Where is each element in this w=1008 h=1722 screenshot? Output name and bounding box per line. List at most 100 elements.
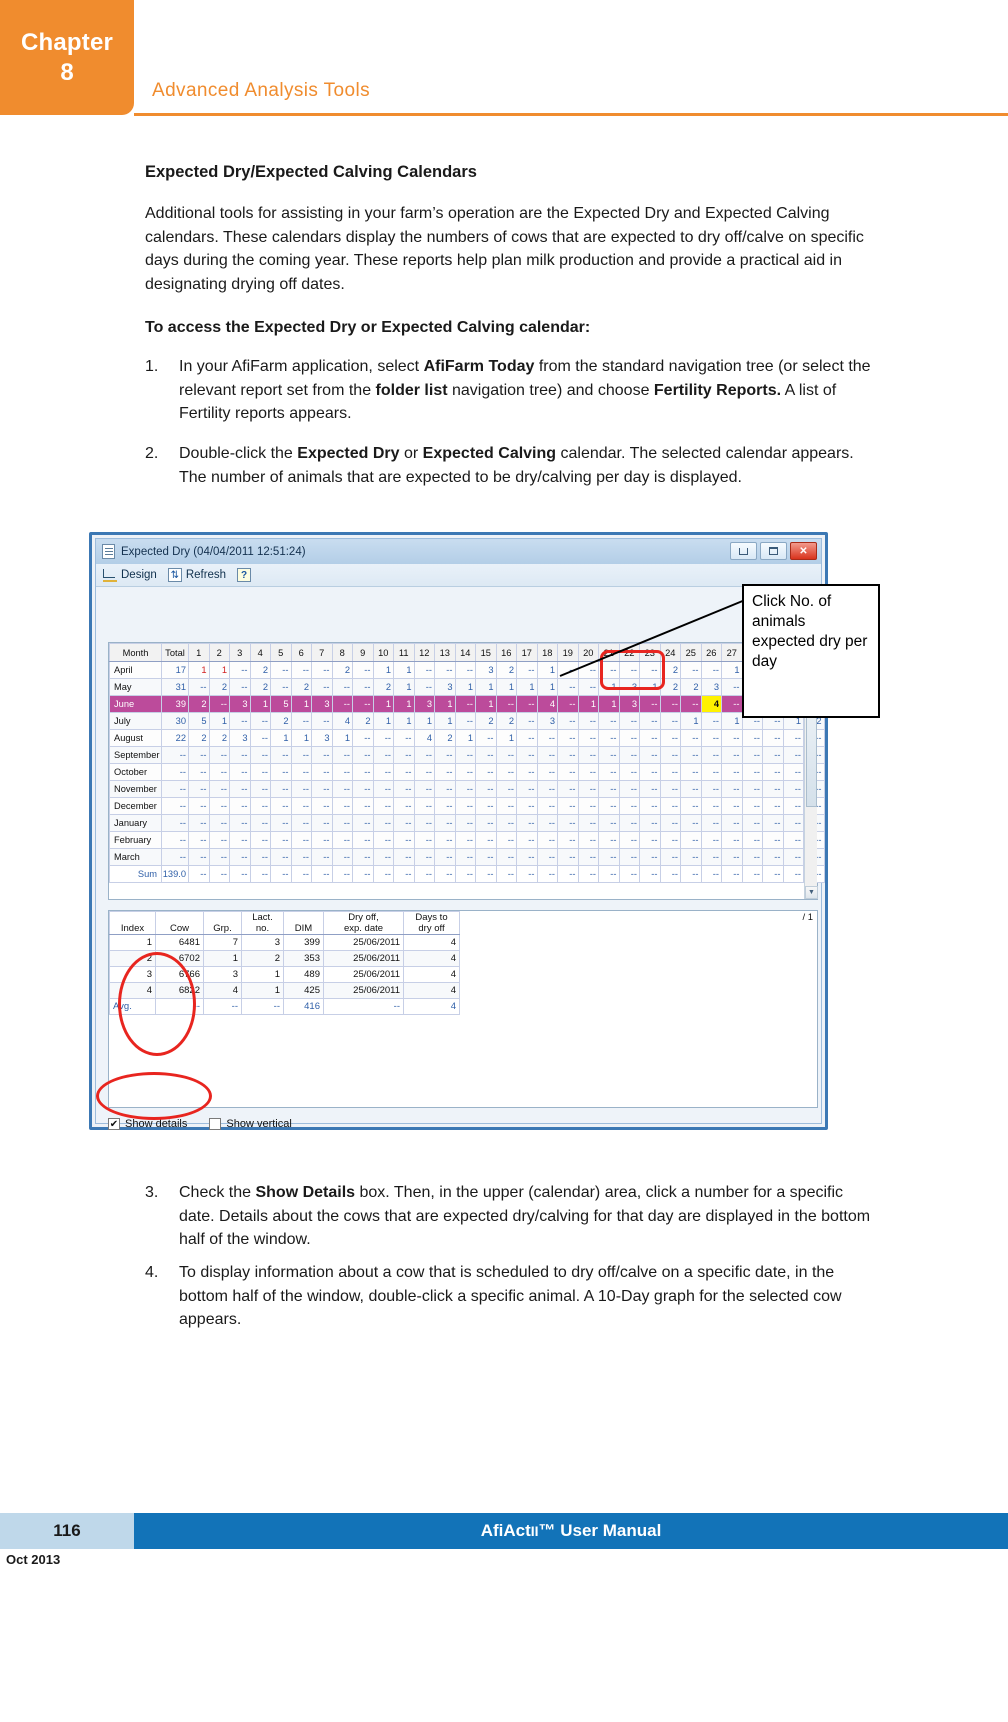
calendar-day-cell[interactable]: 1: [475, 678, 497, 696]
calendar-day-cell[interactable]: --: [331, 814, 353, 832]
calendar-day-cell[interactable]: 3: [229, 729, 251, 747]
calendar-day-cell[interactable]: 1: [721, 661, 743, 679]
calendar-day-cell[interactable]: --: [393, 848, 415, 866]
calendar-day-cell[interactable]: --: [516, 763, 538, 781]
calendar-day-cell[interactable]: 2: [188, 729, 210, 747]
calendar-day-cell[interactable]: --: [270, 746, 292, 764]
calendar-day-cell[interactable]: --: [782, 831, 804, 849]
calendar-day-cell[interactable]: --: [577, 763, 599, 781]
calendar-day-cell[interactable]: --: [311, 661, 333, 679]
calendar-day-cell[interactable]: --: [495, 780, 517, 798]
calendar-day-cell[interactable]: --: [372, 763, 394, 781]
calendar-day-cell[interactable]: --: [700, 661, 722, 679]
calendar-day-cell[interactable]: --: [290, 780, 312, 798]
calendar-day-cell[interactable]: --: [721, 729, 743, 747]
calendar-day-cell[interactable]: --: [290, 661, 312, 679]
calendar-day-cell[interactable]: 1: [680, 712, 702, 730]
calendar-day-cell[interactable]: 1: [413, 712, 435, 730]
calendar-day-cell[interactable]: --: [393, 814, 415, 832]
calendar-day-cell[interactable]: --: [454, 780, 476, 798]
calendar-day-cell[interactable]: 3: [229, 695, 251, 713]
calendar-day-cell[interactable]: --: [516, 746, 538, 764]
calendar-day-cell[interactable]: --: [434, 661, 456, 679]
calendar-day-cell[interactable]: --: [700, 848, 722, 866]
calendar-day-cell[interactable]: 2: [352, 712, 374, 730]
calendar-day-cell[interactable]: --: [680, 831, 702, 849]
calendar-day-cell[interactable]: 1: [536, 661, 558, 679]
calendar-day-cell[interactable]: 1: [372, 661, 394, 679]
calendar-day-cell[interactable]: --: [598, 712, 620, 730]
calendar-day-cell[interactable]: --: [229, 831, 251, 849]
calendar-day-cell[interactable]: --: [536, 814, 558, 832]
calendar-day-cell[interactable]: 1: [495, 729, 517, 747]
calendar-day-cell[interactable]: 5: [270, 695, 292, 713]
calendar-day-cell[interactable]: --: [208, 746, 230, 764]
calendar-day-cell[interactable]: --: [557, 746, 579, 764]
calendar-day-cell[interactable]: 4: [331, 712, 353, 730]
calendar-day-cell[interactable]: --: [188, 814, 210, 832]
calendar-day-cell[interactable]: --: [536, 848, 558, 866]
calendar-day-cell[interactable]: --: [618, 729, 640, 747]
calendar-day-cell[interactable]: --: [721, 678, 743, 696]
calendar-day-cell[interactable]: --: [598, 746, 620, 764]
calendar-day-cell[interactable]: --: [659, 729, 681, 747]
calendar-day-cell[interactable]: 3: [311, 729, 333, 747]
calendar-day-cell[interactable]: --: [557, 678, 579, 696]
calendar-day-cell[interactable]: 2: [188, 695, 210, 713]
calendar-day-cell[interactable]: --: [516, 695, 538, 713]
calendar-day-cell[interactable]: --: [208, 797, 230, 815]
calendar-day-cell[interactable]: --: [700, 780, 722, 798]
calendar-row[interactable]: June 39 2 -- 3 1 5 1 3 -- -- 1 1 3 1 -- 1 -- -- 4 -- 1 1 3 -- -- -…: [109, 695, 825, 713]
calendar-row[interactable]: March -- -- -- -- -- -- -- -- -- -- -- -- -- -- -- -- -- -…: [109, 848, 825, 866]
calendar-day-cell[interactable]: --: [557, 780, 579, 798]
refresh-button[interactable]: ⇅ Refresh: [167, 568, 226, 582]
calendar-day-cell[interactable]: --: [290, 797, 312, 815]
calendar-day-cell[interactable]: --: [454, 814, 476, 832]
calendar-day-cell[interactable]: 3: [475, 661, 497, 679]
calendar-day-cell[interactable]: 2: [290, 678, 312, 696]
calendar-day-cell[interactable]: --: [536, 746, 558, 764]
calendar-day-cell[interactable]: --: [577, 729, 599, 747]
calendar-day-cell[interactable]: --: [208, 814, 230, 832]
calendar-day-cell[interactable]: --: [741, 831, 763, 849]
calendar-day-cell[interactable]: --: [311, 678, 333, 696]
calendar-day-cell[interactable]: --: [680, 814, 702, 832]
calendar-day-cell[interactable]: 2: [249, 661, 271, 679]
calendar-day-cell[interactable]: --: [352, 763, 374, 781]
calendar-day-cell[interactable]: --: [495, 848, 517, 866]
calendar-day-cell[interactable]: --: [618, 814, 640, 832]
calendar-day-cell[interactable]: --: [372, 831, 394, 849]
close-button[interactable]: ✕: [790, 542, 817, 560]
calendar-day-cell[interactable]: 2: [495, 712, 517, 730]
calendar-day-cell[interactable]: --: [680, 780, 702, 798]
calendar-day-cell[interactable]: --: [536, 797, 558, 815]
calendar-day-cell[interactable]: 1: [208, 712, 230, 730]
calendar-day-cell[interactable]: 1: [454, 729, 476, 747]
calendar-day-cell[interactable]: --: [618, 712, 640, 730]
calendar-day-cell[interactable]: --: [270, 678, 292, 696]
calendar-day-cell[interactable]: --: [270, 763, 292, 781]
calendar-day-cell[interactable]: 2: [372, 678, 394, 696]
maximize-button[interactable]: [760, 542, 787, 560]
calendar-day-cell[interactable]: --: [434, 797, 456, 815]
calendar-day-cell[interactable]: 1: [290, 729, 312, 747]
calendar-day-cell[interactable]: --: [700, 797, 722, 815]
calendar-day-cell[interactable]: --: [721, 695, 743, 713]
calendar-day-cell[interactable]: --: [639, 831, 661, 849]
calendar-day-cell[interactable]: --: [721, 763, 743, 781]
calendar-day-cell[interactable]: --: [290, 814, 312, 832]
calendar-day-cell[interactable]: --: [557, 814, 579, 832]
help-button[interactable]: ?: [237, 568, 252, 582]
calendar-day-cell[interactable]: --: [639, 814, 661, 832]
calendar-day-cell[interactable]: --: [249, 780, 271, 798]
calendar-day-cell[interactable]: --: [680, 797, 702, 815]
calendar-day-cell[interactable]: --: [311, 780, 333, 798]
calendar-day-cell[interactable]: --: [618, 746, 640, 764]
calendar-day-cell[interactable]: --: [741, 780, 763, 798]
calendar-day-cell[interactable]: --: [434, 763, 456, 781]
calendar-day-cell[interactable]: --: [659, 746, 681, 764]
calendar-day-cell[interactable]: --: [639, 797, 661, 815]
calendar-day-cell[interactable]: --: [536, 831, 558, 849]
calendar-day-cell[interactable]: --: [782, 797, 804, 815]
calendar-day-cell[interactable]: --: [413, 780, 435, 798]
